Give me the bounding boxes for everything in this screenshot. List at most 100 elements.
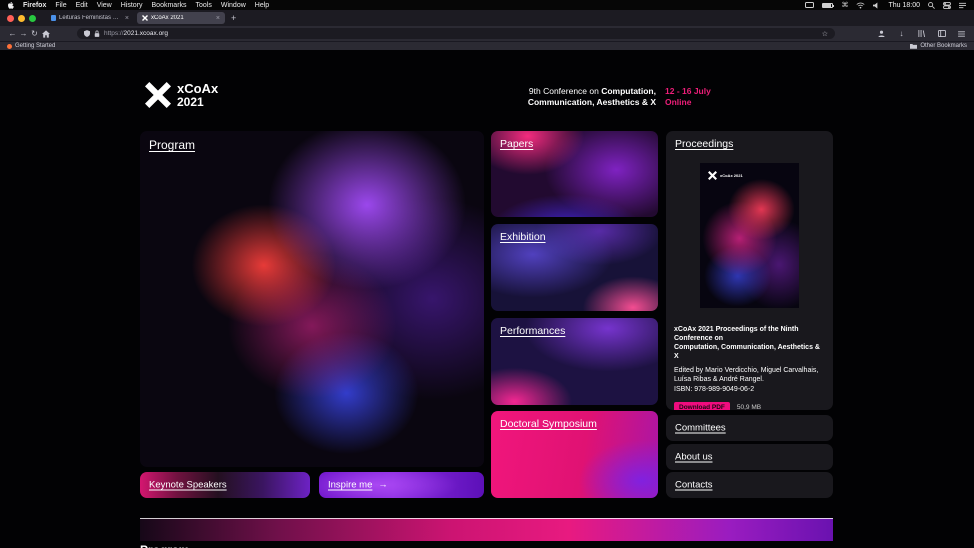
site-logo[interactable]: xCoAx 2021 (145, 82, 218, 108)
cover-title: xCoAx 2021 (720, 173, 775, 178)
bookmark-getting-started[interactable]: Getting Started (7, 43, 55, 49)
inspire-me-label: Inspire me (328, 480, 372, 491)
url-text[interactable]: https://2021.xcoax.org (104, 30, 168, 37)
menubar-app-name[interactable]: Firefox (23, 2, 46, 9)
spotlight-search-icon[interactable] (928, 2, 935, 9)
menu-hamburger-icon[interactable] (956, 31, 967, 37)
tagline-prefix: 9th Conference on (529, 86, 601, 96)
new-tab-button[interactable]: + (231, 13, 236, 23)
doctoral-symposium-link[interactable]: Doctoral Symposium (500, 418, 597, 430)
contacts-link[interactable]: Contacts (675, 480, 713, 491)
url-bar[interactable]: https://2021.xcoax.org ☆ (77, 28, 835, 39)
book-title-line2: Computation, Communication, Aesthetics &… (674, 344, 820, 360)
menu-view[interactable]: View (97, 2, 112, 9)
arrow-right-icon: → (378, 480, 388, 491)
apple-logo-icon[interactable] (8, 2, 14, 9)
home-icon[interactable] (40, 30, 51, 38)
program-card[interactable]: Program (140, 131, 484, 467)
tab-title: xCoAx 2021 (151, 15, 213, 21)
keynote-speakers-card[interactable]: Keynote Speakers (140, 472, 310, 498)
logo-title: xCoAx (177, 82, 218, 95)
tab-title: Leituras Feministas #4 - Goog... (59, 15, 122, 21)
wifi-icon[interactable] (856, 2, 865, 9)
inspire-me-card[interactable]: Inspire me → (319, 472, 484, 498)
tab-leituras-feministas[interactable]: Leituras Feministas #4 - Goog... × (46, 12, 134, 24)
committees-card[interactable]: Committees (666, 415, 833, 441)
bookmark-favicon (7, 44, 12, 49)
performances-card[interactable]: Performances (491, 318, 658, 405)
forward-icon[interactable]: → (18, 29, 29, 38)
tagline-bold-1: Computation, (601, 86, 656, 96)
proceedings-link[interactable]: Proceedings (675, 138, 733, 150)
downloads-icon[interactable]: ↓ (896, 29, 907, 38)
menu-tools[interactable]: Tools (196, 2, 212, 9)
screen: Firefox File Edit View History Bookmarks… (0, 0, 974, 548)
bookmarks-bar: Getting Started Other Bookmarks (0, 41, 974, 50)
menu-file[interactable]: File (55, 2, 66, 9)
keyboard-command-icon[interactable]: ⌘ (841, 1, 848, 9)
menu-history[interactable]: History (121, 2, 143, 9)
tab-close-icon[interactable]: × (125, 15, 129, 22)
other-bookmarks[interactable]: Other Bookmarks (910, 43, 967, 49)
menu-window[interactable]: Window (221, 2, 246, 9)
menu-help[interactable]: Help (255, 2, 269, 9)
book-title-line1: xCoAx 2021 Proceedings of the Ninth Conf… (674, 326, 798, 342)
menubar-clock[interactable]: Thu 18:00 (888, 2, 920, 9)
proceedings-info: xCoAx 2021 Proceedings of the Ninth Conf… (674, 325, 825, 410)
performances-link[interactable]: Performances (500, 325, 565, 337)
browser-nav-bar: ← → ↻ https://2021.xcoax.org ☆ ↓ (0, 26, 974, 41)
papers-card[interactable]: Papers (491, 131, 658, 217)
papers-link[interactable]: Papers (500, 138, 533, 150)
about-us-link[interactable]: About us (675, 452, 713, 463)
notification-center-icon[interactable] (959, 2, 966, 9)
book-editors: Edited by Mario Verdicchio, Miguel Carva… (674, 366, 825, 384)
tagline-bold-2: Communication, Aesthetics & X (528, 97, 656, 107)
tab-close-icon[interactable]: × (216, 15, 220, 22)
menu-bookmarks[interactable]: Bookmarks (152, 2, 187, 9)
book-title: xCoAx 2021 Proceedings of the Ninth Conf… (674, 325, 825, 361)
inspire-me-link[interactable]: Inspire me → (328, 480, 388, 491)
close-window-button[interactable] (7, 15, 14, 22)
battery-icon[interactable] (822, 3, 833, 8)
download-row: Download PDF 50,9 MB (674, 402, 825, 410)
program-link[interactable]: Program (149, 138, 195, 152)
exhibition-card[interactable]: Exhibition (491, 224, 658, 311)
menu-edit[interactable]: Edit (76, 2, 88, 9)
bookmark-label: Getting Started (15, 43, 55, 49)
toolbar-right-icons: ↓ (876, 29, 967, 38)
keynote-speakers-link[interactable]: Keynote Speakers (149, 480, 227, 491)
xcoax-logo-icon (145, 82, 171, 108)
account-icon[interactable] (876, 30, 887, 37)
cover-xcoax-logo-icon (708, 171, 717, 180)
xcoax-page: xCoAx 2021 9th Conference on Computation… (0, 50, 974, 548)
tab-xcoax-2021[interactable]: xCoAx 2021 × (137, 12, 225, 24)
editors-line1: Edited by Mario Verdicchio, Miguel Carva… (674, 367, 818, 374)
site-title: xCoAx 2021 (177, 82, 218, 107)
about-us-card[interactable]: About us (666, 444, 833, 470)
bookmark-star-icon[interactable]: ☆ (822, 30, 828, 38)
exhibition-link[interactable]: Exhibition (500, 231, 546, 243)
minimize-window-button[interactable] (18, 15, 25, 22)
reload-icon[interactable]: ↻ (29, 29, 40, 38)
tracking-shield-icon[interactable] (84, 30, 90, 37)
proceedings-card[interactable]: Proceedings xCoAx 2021 xCoAx 2021 Procee… (666, 131, 833, 410)
doctoral-symposium-card[interactable]: Doctoral Symposium (491, 411, 658, 498)
back-icon[interactable]: ← (7, 29, 18, 38)
control-center-icon[interactable] (943, 2, 951, 9)
other-bookmarks-label: Other Bookmarks (920, 43, 967, 49)
editors-line2: Luísa Ribas & André Rangel. (674, 376, 764, 383)
menubar-status-area: ⌘ Thu 18:00 (805, 1, 966, 9)
contacts-card[interactable]: Contacts (666, 472, 833, 498)
display-icon[interactable] (805, 2, 814, 9)
program-section-gradient-banner (140, 518, 833, 541)
lock-icon[interactable] (94, 30, 100, 37)
library-icon[interactable] (916, 30, 927, 37)
dates-range: 12 - 16 July (665, 86, 711, 97)
zoom-window-button[interactable] (29, 15, 36, 22)
file-size-label: 50,9 MB (737, 404, 761, 410)
download-pdf-button[interactable]: Download PDF (674, 402, 730, 410)
macos-menubar: Firefox File Edit View History Bookmarks… (0, 0, 974, 10)
committees-link[interactable]: Committees (675, 423, 726, 434)
volume-icon[interactable] (873, 2, 880, 9)
sidebar-icon[interactable] (936, 30, 947, 37)
